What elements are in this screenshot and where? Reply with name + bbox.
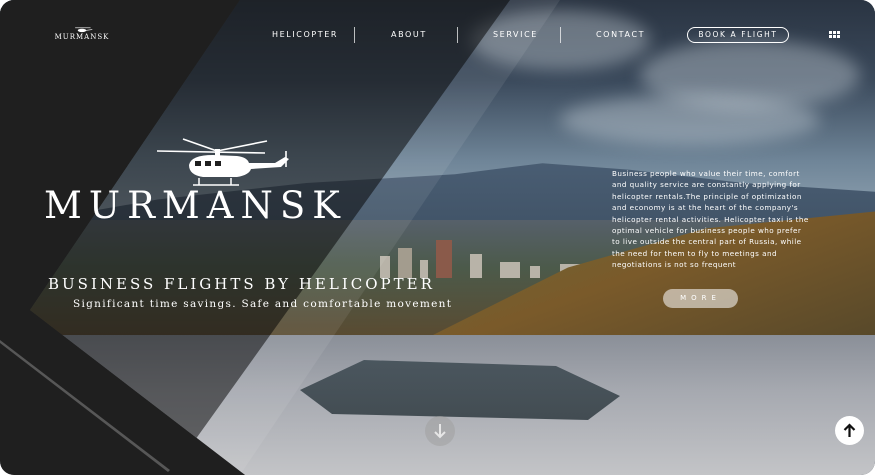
scroll-down-button[interactable]: [425, 416, 455, 446]
book-flight-button[interactable]: BOOK A FLIGHT: [687, 27, 789, 43]
nav-divider: [560, 27, 561, 43]
hero-headline: BUSINESS FLIGHTS BY HELICOPTER: [48, 275, 435, 293]
nav-contact[interactable]: CONTACT: [596, 28, 645, 42]
hero-subline: Significant time savings. Safe and comfo…: [73, 298, 453, 310]
nav-divider: [354, 27, 355, 43]
page: MURMANSK HELICOPTER ABOUT SERVICE CONTAC…: [0, 0, 875, 475]
cloud: [560, 95, 820, 145]
helicopter-icon: [156, 138, 289, 186]
scroll-top-button[interactable]: [835, 416, 864, 445]
nav-service[interactable]: SERVICE: [493, 28, 538, 42]
grid-menu-icon[interactable]: [829, 31, 840, 38]
arrow-down-icon: [434, 424, 446, 439]
brand-title: MURMANSK: [44, 184, 347, 227]
more-button[interactable]: MORE: [663, 289, 738, 308]
nav-divider: [457, 27, 458, 43]
nav-helicopter[interactable]: HELICOPTER: [272, 28, 338, 42]
hero-description: Business people who value their time, co…: [612, 169, 809, 270]
nav-about[interactable]: ABOUT: [391, 28, 427, 42]
arrow-up-icon: [843, 423, 856, 437]
